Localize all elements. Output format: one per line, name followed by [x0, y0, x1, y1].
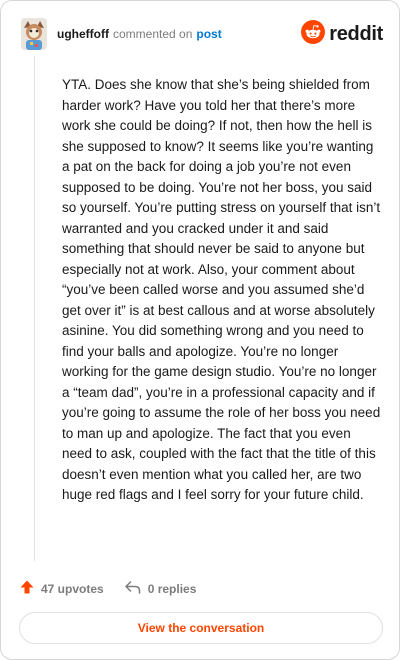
commented-on-text: commented on — [112, 27, 193, 41]
avatar[interactable] — [21, 18, 47, 50]
upvote-count: 47 upvotes — [41, 581, 104, 596]
comment-card: ugheffoff commented on post reddit YTA. … — [0, 0, 400, 660]
upvote-arrow-icon — [19, 579, 35, 598]
comment-body: YTA. Does she know that she’s being shie… — [62, 77, 381, 502]
post-link[interactable]: post — [196, 27, 221, 41]
view-conversation-button[interactable]: View the conversation — [19, 612, 383, 644]
comment-meta: ugheffoff commented on post — [57, 27, 222, 41]
reply-count: 0 replies — [147, 581, 197, 596]
comment-header: ugheffoff commented on post reddit — [21, 18, 383, 50]
reddit-brand[interactable]: reddit — [301, 19, 383, 49]
reddit-logo-icon — [301, 19, 326, 49]
reddit-wordmark: reddit — [329, 22, 383, 45]
reply-arrow-icon — [124, 579, 142, 598]
username[interactable]: ugheffoff — [57, 27, 109, 41]
comment-actions: 47 upvotes 0 replies — [19, 579, 196, 598]
upvote-button[interactable]: 47 upvotes — [19, 579, 104, 598]
reply-button[interactable]: 0 replies — [124, 579, 197, 598]
thread-line — [34, 56, 35, 561]
